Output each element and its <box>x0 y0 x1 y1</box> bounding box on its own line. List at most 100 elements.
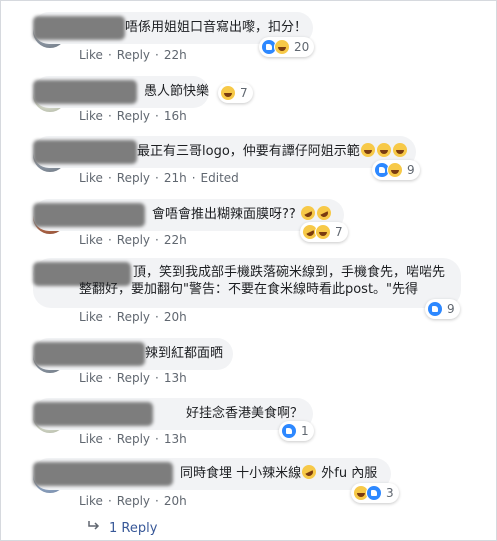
reaction-count: 7 <box>240 86 248 100</box>
like-button[interactable]: Like <box>79 432 103 446</box>
separator: · <box>155 233 159 247</box>
comment-timestamp[interactable]: 16h <box>164 109 187 123</box>
like-button[interactable]: Like <box>79 109 103 123</box>
like-reaction-icon <box>427 301 443 317</box>
separator: · <box>107 371 112 385</box>
comment-text: 最正有三哥logo，仲要有譚仔阿姐示範 <box>137 143 408 161</box>
separator: · <box>107 48 112 62</box>
comment-text-tail: 外fu 內服 <box>321 466 378 481</box>
redacted-name <box>33 342 145 366</box>
comment-bubble: 愚人節快樂 <box>33 76 209 108</box>
comment-bubble: 辣到紅都面晒 <box>33 338 233 370</box>
like-button[interactable]: Like <box>79 310 103 324</box>
rofl-emoji-icon <box>299 462 319 482</box>
view-replies-link[interactable]: 1 Reply <box>87 520 157 536</box>
comment-text-body: 會唔會推出糊辣面膜呀?? <box>152 207 296 222</box>
comment-text: 會唔會推出糊辣面膜呀?? <box>152 203 334 224</box>
haha-reaction-icon <box>387 162 403 178</box>
haha-reaction-icon <box>220 85 236 101</box>
reaction-summary[interactable]: 3 <box>351 483 399 503</box>
comment-actions: Like · Reply · 13h <box>79 432 187 446</box>
like-button[interactable]: Like <box>79 233 103 247</box>
reply-button[interactable]: Reply <box>117 48 150 62</box>
reply-button[interactable]: Reply <box>117 109 150 123</box>
comment-actions: Like · Reply · 22h <box>79 48 187 62</box>
like-button[interactable]: Like <box>79 371 103 385</box>
comment-bubble: 會唔會推出糊辣面膜呀?? <box>33 199 344 231</box>
reaction-summary[interactable]: 9 <box>425 299 460 319</box>
reaction-count: 9 <box>447 302 455 316</box>
reaction-summary[interactable]: 9 <box>372 160 420 180</box>
comment-actions: Like · Reply · 16h <box>79 109 187 123</box>
separator: · <box>155 494 159 508</box>
separator: · <box>107 233 112 247</box>
reaction-summary[interactable]: 1 <box>279 421 314 441</box>
laughing-emoji-icon <box>360 143 375 157</box>
comment-bubble: 最正有三哥logo，仲要有譚仔阿姐示範 <box>33 136 416 168</box>
comment-timestamp[interactable]: 22h <box>164 233 187 247</box>
rofl-emoji-icon <box>298 203 318 223</box>
redacted-name <box>33 462 173 486</box>
reaction-summary[interactable]: 7 <box>218 83 253 103</box>
like-button[interactable]: Like <box>79 48 103 62</box>
view-replies-label: 1 Reply <box>109 521 158 536</box>
separator: · <box>155 109 159 123</box>
reply-button[interactable]: Reply <box>117 310 150 324</box>
redacted-name <box>33 80 137 104</box>
reaction-count: 1 <box>301 424 309 438</box>
like-reaction-icon <box>281 423 297 439</box>
reply-button[interactable]: Reply <box>117 233 150 247</box>
like-reaction-icon <box>366 485 382 501</box>
comment-actions: Like · Reply · 21h · Edited <box>79 171 239 185</box>
separator: · <box>107 310 112 324</box>
comment-actions: Like · Reply · 20h <box>79 310 187 324</box>
reaction-summary[interactable]: 20 <box>259 37 315 57</box>
laughing-emoji-icon <box>392 143 407 157</box>
haha-reaction-icon <box>274 39 290 55</box>
comment-actions: Like · Reply · 20h <box>79 494 187 508</box>
comment-text: 頂，笑到我成部手機跌落碗米線到，手機食先，啱啱先整翻好，要加翻句"警告：不要在食… <box>79 265 446 297</box>
redacted-name <box>33 402 153 426</box>
separator: · <box>155 171 159 185</box>
reply-button[interactable]: Reply <box>117 171 150 185</box>
reaction-count: 20 <box>294 40 310 54</box>
like-button[interactable]: Like <box>79 494 103 508</box>
comment-timestamp[interactable]: 13h <box>164 432 187 446</box>
separator: · <box>107 171 112 185</box>
comment-text-body: 最正有三哥logo，仲要有譚仔阿姐示範 <box>137 144 360 159</box>
comment-text: 辣到紅都面晒 <box>145 346 224 361</box>
edited-label[interactable]: Edited <box>201 171 239 185</box>
redacted-name <box>33 16 125 40</box>
comment-actions: Like · Reply · 22h <box>79 233 187 247</box>
comment-timestamp[interactable]: 21h <box>164 171 187 185</box>
comment-text: 愚人節快樂 <box>144 84 210 99</box>
separator: · <box>155 310 159 324</box>
reply-button[interactable]: Reply <box>117 494 150 508</box>
reply-button[interactable]: Reply <box>117 432 150 446</box>
laughing-emoji-icon <box>376 143 391 157</box>
comment-timestamp[interactable]: 20h <box>164 310 187 324</box>
comment-timestamp[interactable]: 13h <box>164 371 187 385</box>
separator: · <box>155 371 159 385</box>
rofl-emoji-icon <box>314 203 334 223</box>
comment-text: 唔係用姐姐口音寫出嚟，扣分！ <box>125 20 308 35</box>
redacted-name <box>33 140 137 164</box>
reply-button[interactable]: Reply <box>117 371 150 385</box>
separator: · <box>191 171 196 185</box>
comment-bubble: 頂，笑到我成部手機跌落碗米線到，手機食先，啱啱先整翻好，要加翻句"警告：不要在食… <box>33 258 461 308</box>
like-button[interactable]: Like <box>79 171 103 185</box>
separator: · <box>107 109 112 123</box>
redacted-name <box>33 203 145 227</box>
comment-timestamp[interactable]: 22h <box>164 48 187 62</box>
haha-reaction-icon <box>315 224 331 240</box>
reaction-summary[interactable]: 7 <box>299 221 348 243</box>
comment-timestamp[interactable]: 20h <box>164 494 187 508</box>
comment-text-body: 同時食埋 十小辣米線 <box>180 466 302 481</box>
reaction-count: 9 <box>407 163 415 177</box>
separator: · <box>107 432 112 446</box>
reaction-count: 7 <box>335 225 343 239</box>
comment-text: 好挂念香港美食啊？ <box>186 406 304 421</box>
separator: · <box>155 432 159 446</box>
separator: · <box>107 494 112 508</box>
reaction-count: 3 <box>386 486 394 500</box>
